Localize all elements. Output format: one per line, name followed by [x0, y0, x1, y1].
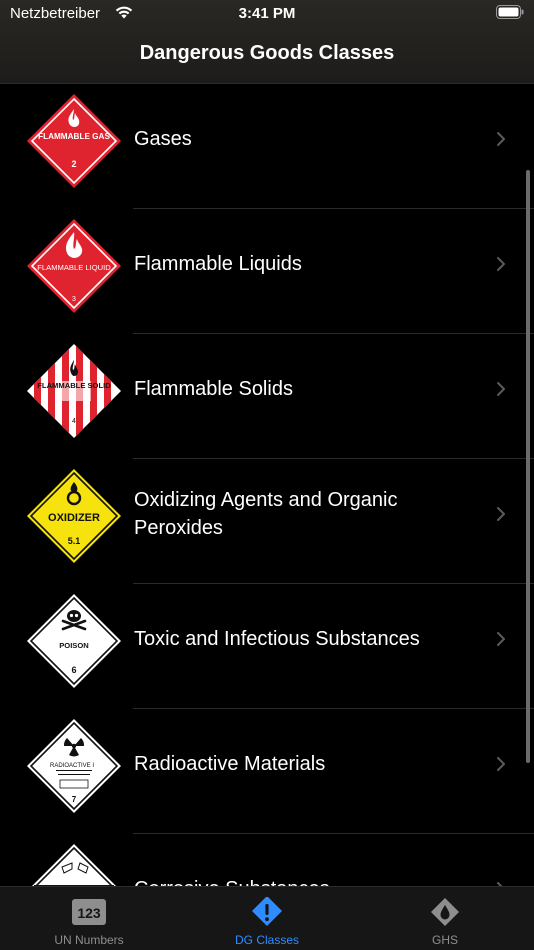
- app-screen: Netzbetreiber 3:41 PM Dangerous Goods Cl…: [0, 0, 534, 950]
- navigation-header: Netzbetreiber 3:41 PM Dangerous Goods Cl…: [0, 0, 534, 84]
- row-label: Corrosive Substances: [134, 834, 464, 886]
- row-label: Toxic and Infectious Substances: [134, 628, 420, 650]
- chevron-right-icon: [497, 507, 505, 521]
- battery-icon: [496, 5, 524, 19]
- tab-un-numbers[interactable]: 123 UN Numbers: [0, 887, 178, 950]
- list-item-flammable-liquids[interactable]: FLAMMABLE LIQUID 3 Flammable Liquids: [0, 209, 534, 334]
- radioactive-placard-icon: RADIOACTIVE I 7: [27, 719, 121, 813]
- chevron-right-icon: [497, 382, 505, 396]
- tab-ghs[interactable]: GHS: [356, 887, 534, 950]
- chevron-right-icon: [497, 757, 505, 771]
- flammable-liquid-placard-icon: FLAMMABLE LIQUID 3: [27, 219, 121, 313]
- placard-number: 3: [72, 296, 76, 303]
- tab-label: UN Numbers: [54, 933, 124, 947]
- page-title: Dangerous Goods Classes: [139, 42, 395, 64]
- row-label: Flammable Liquids: [134, 253, 302, 275]
- placard-number: 6: [71, 665, 76, 675]
- placard-text: FLAMMABLE LIQUID: [37, 263, 111, 272]
- 123-icon-text: 123: [77, 905, 101, 921]
- status-bar: Netzbetreiber 3:41 PM: [0, 0, 534, 30]
- tab-dg-classes[interactable]: DG Classes: [178, 887, 356, 950]
- status-time: 3:41 PM: [238, 5, 296, 22]
- row-label: Gases: [134, 128, 192, 150]
- placard-text: FLAMMABLE GAS: [38, 132, 110, 141]
- list-item-gases[interactable]: FLAMMABLE GAS 2 Gases: [0, 84, 534, 209]
- chevron-right-icon: [497, 132, 505, 146]
- list-item-toxic-infectious[interactable]: POISON 6 Toxic and Infectious Substances: [0, 584, 534, 709]
- placard-number: 5.1: [68, 536, 81, 546]
- list-item-flammable-solids[interactable]: FLAMMABLE SOLID 4 Flammable Solids: [0, 334, 534, 459]
- tab-label: DG Classes: [234, 933, 299, 947]
- list-item-oxidizing-agents[interactable]: OXIDIZER 5.1 Oxidizing Agents and Organi…: [0, 459, 534, 584]
- corrosive-placard-icon: 8: [32, 844, 116, 886]
- placard-text: OXIDIZER: [48, 512, 100, 524]
- warning-icon: [252, 897, 282, 926]
- flammable-gas-placard-icon: FLAMMABLE GAS 2: [27, 94, 121, 188]
- chevron-right-icon: [497, 632, 505, 646]
- placard-number: 2: [71, 159, 76, 169]
- oxidizer-placard-icon: OXIDIZER 5.1: [27, 469, 121, 563]
- placard-text: FLAMMABLE SOLID: [37, 381, 111, 390]
- poison-placard-icon: POISON 6: [27, 594, 121, 688]
- placard-number: 7: [72, 795, 77, 804]
- placard-number: 4: [72, 418, 76, 425]
- dg-class-list: FLAMMABLE GAS 2 Gases FLAMMABLE LIQUID 3…: [0, 84, 534, 886]
- row-label: Oxidizing Agents and Organic Peroxides: [134, 489, 398, 539]
- placard-text: RADIOACTIVE I: [50, 763, 94, 769]
- tab-label: GHS: [431, 933, 458, 947]
- placard-text: POISON: [59, 641, 89, 650]
- row-label: Radioactive Materials: [134, 753, 326, 775]
- chevron-right-icon: [497, 257, 505, 271]
- list-item-corrosive[interactable]: 8 Corrosive Substances: [0, 834, 534, 886]
- scroll-indicator[interactable]: [526, 170, 530, 763]
- flammable-solid-placard-icon: FLAMMABLE SOLID 4: [27, 344, 121, 438]
- row-label: Flammable Solids: [134, 378, 293, 400]
- drop-icon: [431, 898, 459, 926]
- list-item-radioactive[interactable]: RADIOACTIVE I 7 Radioactive Materials: [0, 709, 534, 834]
- 123-icon: 123: [72, 899, 106, 925]
- tab-bar: 123 UN Numbers DG Classes GHS: [0, 886, 534, 950]
